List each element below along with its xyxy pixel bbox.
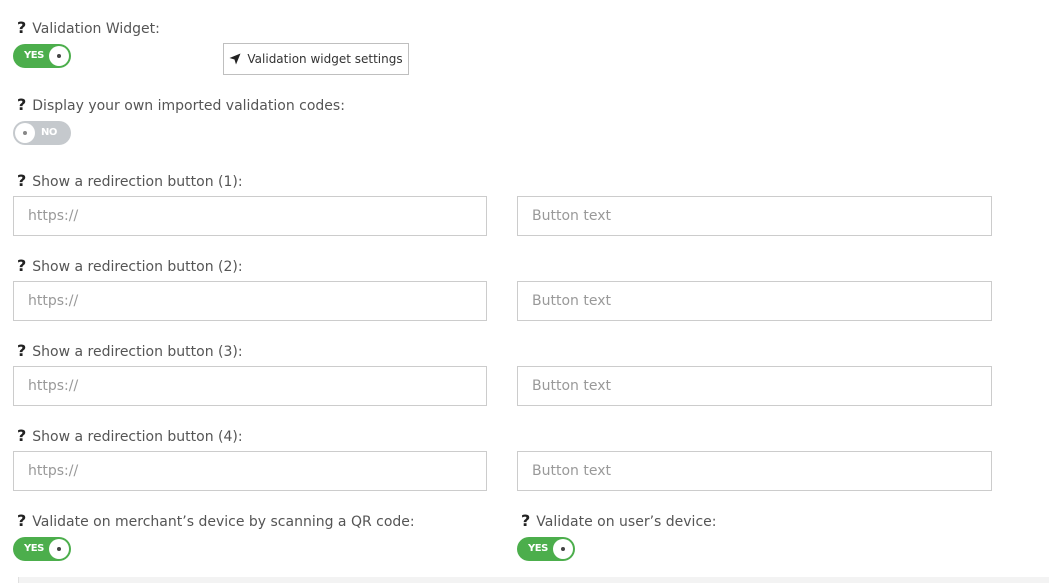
imported-codes-label-text: Display your own imported validation cod… [32, 98, 345, 114]
help-icon[interactable]: ? [17, 426, 26, 445]
toggle-knob [553, 539, 573, 559]
imported-codes-label: ? Display your own imported validation co… [17, 96, 345, 115]
redirection-1-label: ? Show a redirection button (1): [17, 172, 243, 191]
toggle-knob [49, 46, 69, 66]
redirection-2-url-input[interactable]: https:// [13, 281, 487, 321]
button-text-placeholder: Button text [532, 378, 611, 394]
url-placeholder: https:// [28, 378, 79, 394]
next-section-edge [18, 577, 1049, 583]
imported-codes-toggle[interactable]: NO [13, 121, 71, 145]
toggle-knob [15, 123, 35, 143]
validation-widget-label: ? Validation Widget: [17, 19, 160, 38]
validation-widget-toggle[interactable]: YES [13, 44, 71, 68]
redirection-2-label-text: Show a redirection button (2): [32, 259, 243, 275]
redirection-4-url-input[interactable]: https:// [13, 451, 487, 491]
button-text-placeholder: Button text [532, 463, 611, 479]
location-arrow-icon [229, 53, 241, 65]
help-icon[interactable]: ? [17, 511, 26, 530]
redirection-3-label: ? Show a redirection button (3): [17, 342, 243, 361]
help-icon[interactable]: ? [17, 95, 26, 114]
redirection-3-label-text: Show a redirection button (3): [32, 344, 243, 360]
redirection-3-url-input[interactable]: https:// [13, 366, 487, 406]
toggle-state: YES [528, 543, 548, 554]
redirection-4-text-input[interactable]: Button text [517, 451, 992, 491]
user-device-toggle[interactable]: YES [517, 537, 575, 561]
redirection-2-label: ? Show a redirection button (2): [17, 257, 243, 276]
user-device-label-text: Validate on user’s device: [536, 514, 717, 530]
button-text-placeholder: Button text [532, 293, 611, 309]
validation-widget-settings-button[interactable]: Validation widget settings [223, 43, 409, 75]
help-icon[interactable]: ? [17, 256, 26, 275]
help-icon[interactable]: ? [521, 511, 530, 530]
user-device-label: ? Validate on user’s device: [521, 512, 716, 531]
toggle-state: YES [24, 543, 44, 554]
redirection-1-label-text: Show a redirection button (1): [32, 174, 243, 190]
settings-button-label: Validation widget settings [247, 52, 403, 66]
redirection-1-text-input[interactable]: Button text [517, 196, 992, 236]
toggle-knob [49, 539, 69, 559]
toggle-state: YES [24, 50, 44, 61]
redirection-1-url-input[interactable]: https:// [13, 196, 487, 236]
redirection-4-label-text: Show a redirection button (4): [32, 429, 243, 445]
validation-widget-label-text: Validation Widget: [32, 21, 160, 37]
help-icon[interactable]: ? [17, 341, 26, 360]
merchant-device-label-text: Validate on merchant’s device by scannin… [32, 514, 415, 530]
url-placeholder: https:// [28, 208, 79, 224]
button-text-placeholder: Button text [532, 208, 611, 224]
redirection-2-text-input[interactable]: Button text [517, 281, 992, 321]
redirection-3-text-input[interactable]: Button text [517, 366, 992, 406]
merchant-device-toggle[interactable]: YES [13, 537, 71, 561]
redirection-4-label: ? Show a redirection button (4): [17, 427, 243, 446]
merchant-device-label: ? Validate on merchant’s device by scanni… [17, 512, 415, 531]
url-placeholder: https:// [28, 293, 79, 309]
help-icon[interactable]: ? [17, 171, 26, 190]
help-icon[interactable]: ? [17, 18, 26, 37]
toggle-state: NO [41, 127, 57, 138]
url-placeholder: https:// [28, 463, 79, 479]
